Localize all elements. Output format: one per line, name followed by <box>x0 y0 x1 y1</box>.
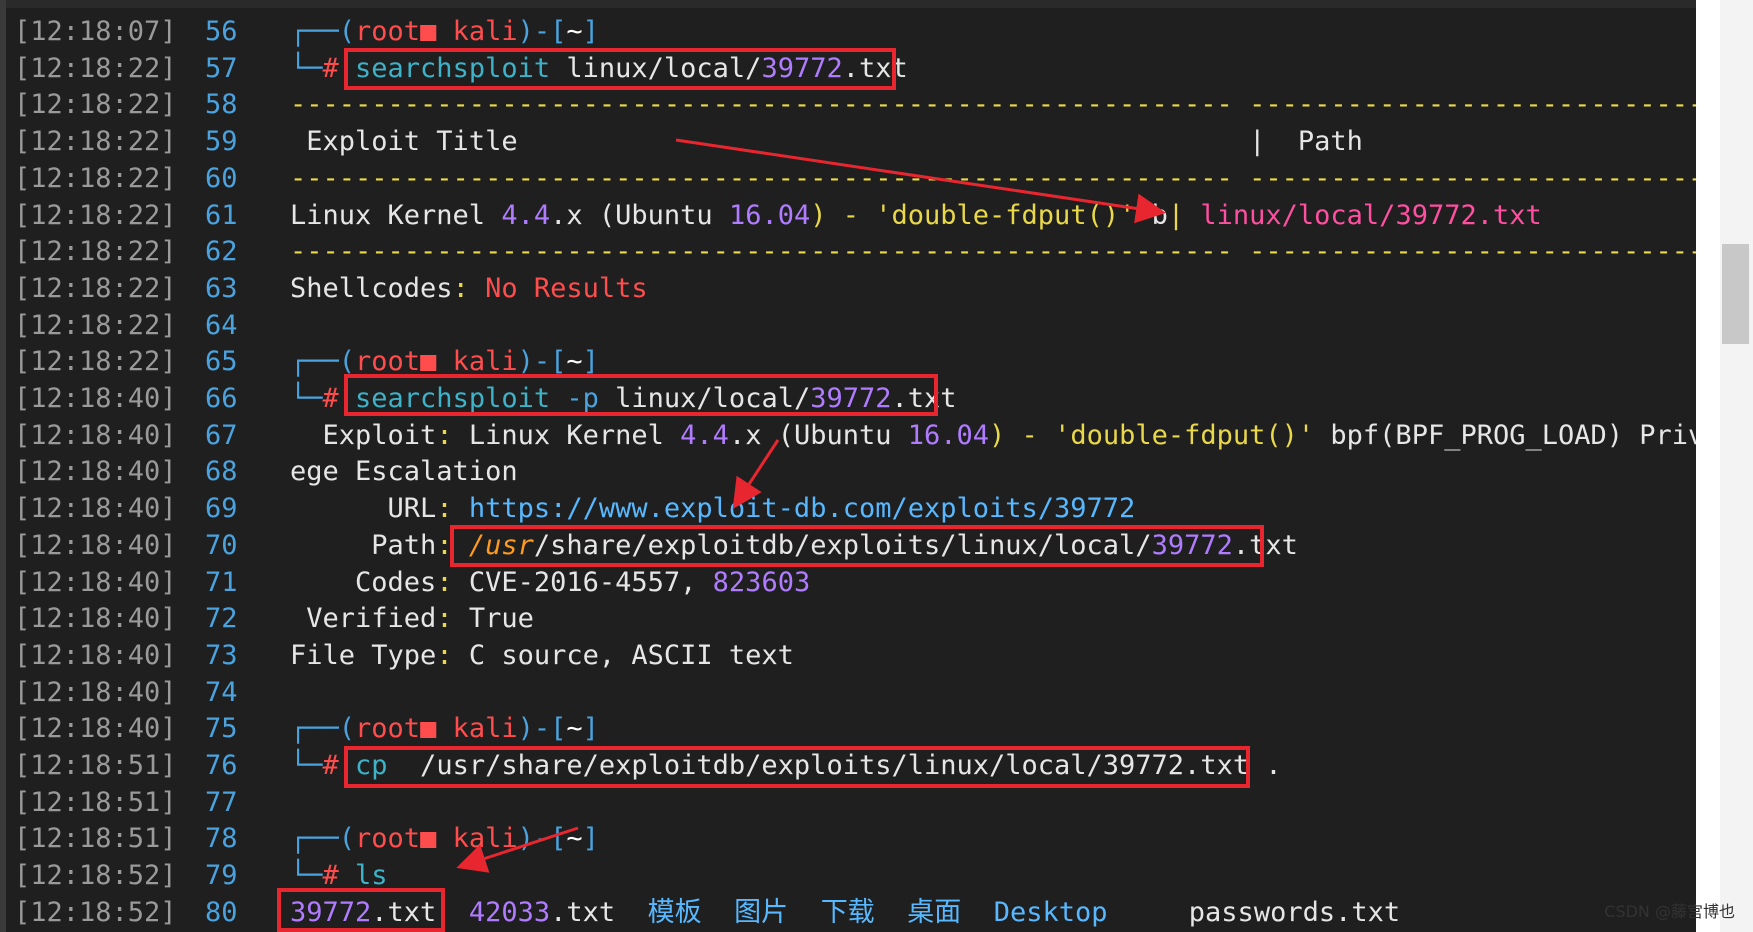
arrow-to-url <box>732 439 780 510</box>
terminal-window[interactable]: [12:18:07] 56 ┌──(root■ kali)-[~] [12:18:22… <box>0 0 1696 932</box>
arrow-to-ls <box>456 826 579 873</box>
annotation-arrows <box>456 138 1166 873</box>
arrow-title-to-path <box>675 138 1166 224</box>
watermark: CSDN @藤宫博也 <box>1604 902 1735 921</box>
scrollbar-thumb[interactable] <box>1722 244 1749 344</box>
scrollbar-track[interactable] <box>1720 0 1753 932</box>
